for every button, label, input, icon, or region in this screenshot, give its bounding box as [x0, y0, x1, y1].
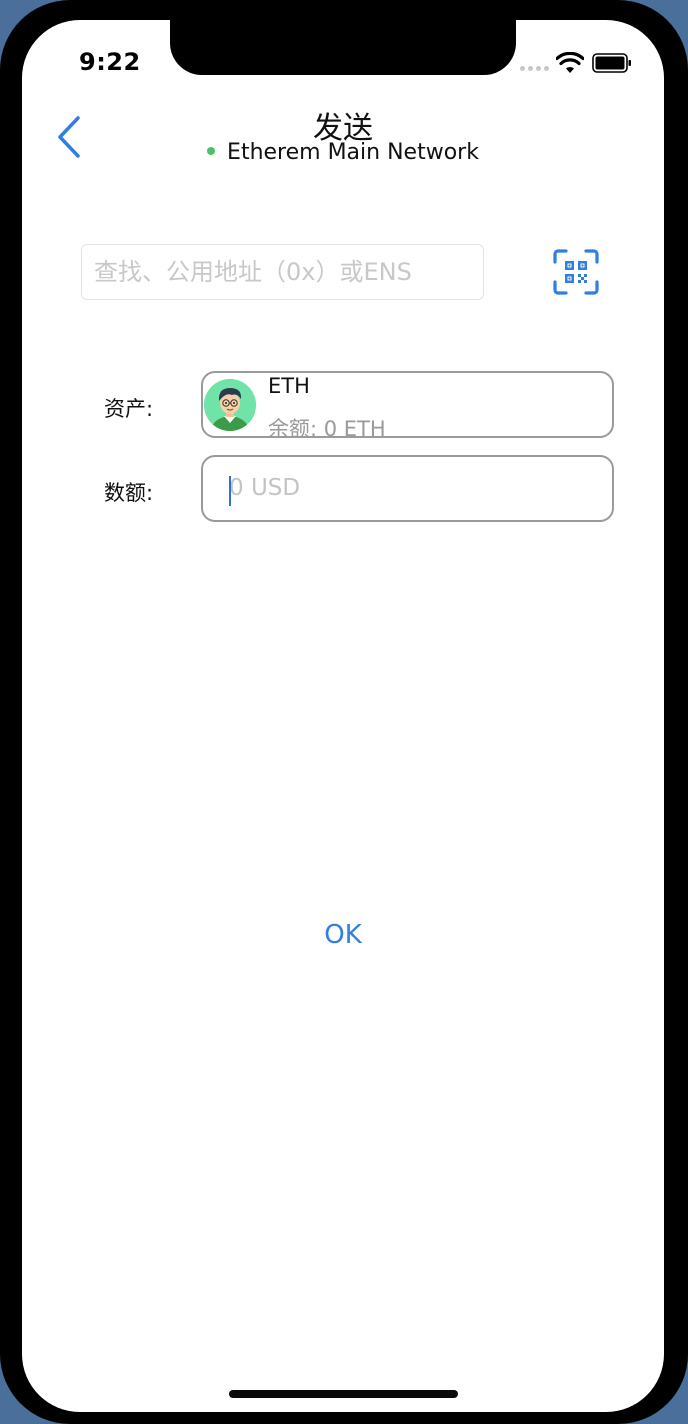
- network-indicator: Etherem Main Network: [22, 140, 664, 165]
- qr-code-scan-icon: [553, 249, 599, 295]
- asset-label: 资产:: [104, 397, 154, 421]
- home-indicator[interactable]: [229, 1390, 458, 1398]
- ok-button[interactable]: OK: [22, 920, 664, 950]
- scan-qr-button[interactable]: [552, 248, 600, 296]
- status-time: 9:22: [79, 48, 141, 76]
- cellular-signal-icon: [520, 66, 549, 71]
- wifi-icon: [556, 52, 584, 73]
- battery-icon: [592, 53, 631, 73]
- asset-name: ETH: [268, 374, 310, 398]
- network-name: Etherem Main Network: [227, 140, 479, 165]
- device-notch: [170, 20, 516, 75]
- amount-placeholder: 0 USD: [229, 475, 301, 501]
- amount-input[interactable]: 0 USD: [201, 455, 614, 522]
- device-bezel: 9:22 发送 Etherem Main Network 查找、公用地址（0x）…: [0, 0, 688, 1424]
- avatar-person-icon: [204, 379, 256, 431]
- network-status-dot-icon: [207, 147, 216, 155]
- text-cursor: [229, 476, 231, 506]
- amount-label: 数额:: [104, 481, 154, 505]
- address-search-input[interactable]: [81, 244, 484, 300]
- app-screen: 9:22 发送 Etherem Main Network 查找、公用地址（0x）…: [22, 20, 664, 1412]
- asset-selector[interactable]: ETH 余额: 0 ETH: [201, 371, 614, 441]
- asset-balance: 余额: 0 ETH: [268, 417, 386, 441]
